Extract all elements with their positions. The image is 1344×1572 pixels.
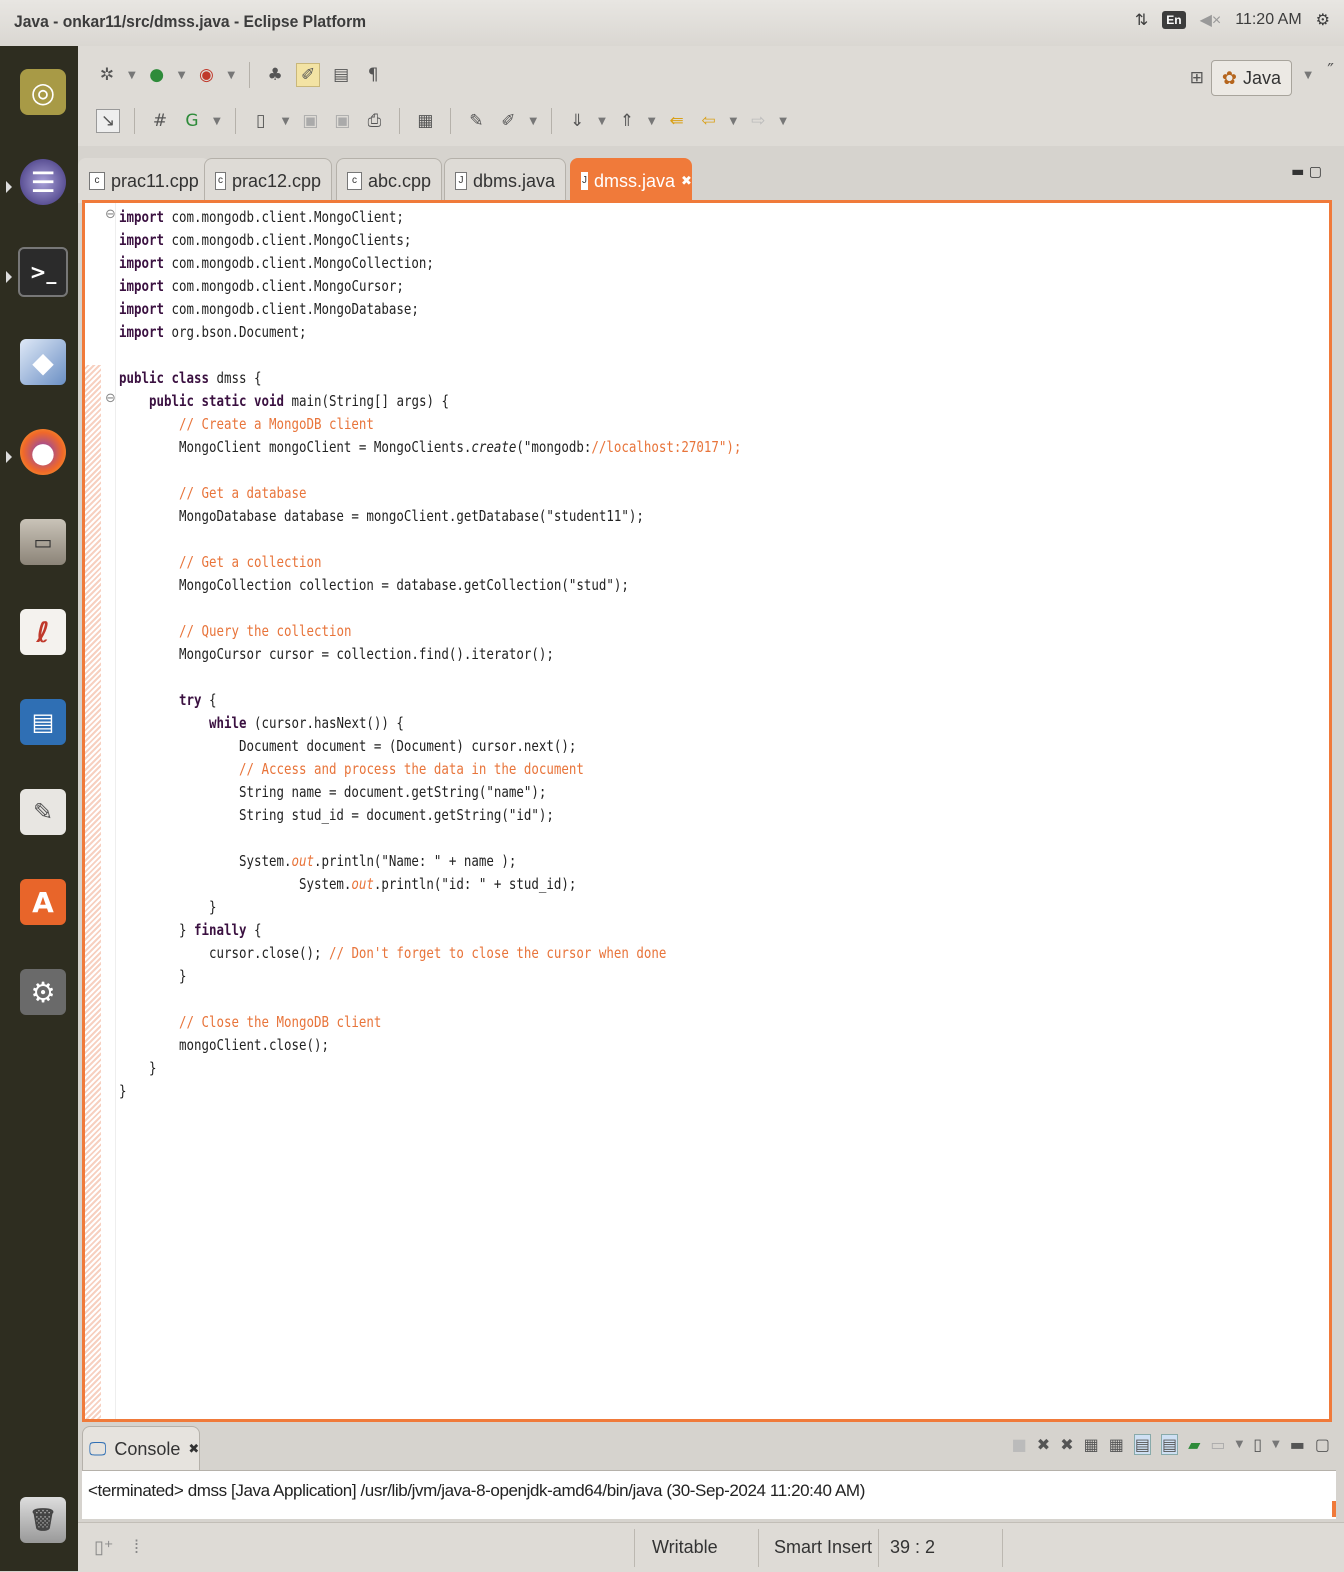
trash-icon[interactable]: 🗑 — [16, 1482, 70, 1558]
java-perspective-button[interactable]: ✿ Java — [1210, 60, 1292, 96]
maximize-icon[interactable]: ▢ — [1309, 164, 1322, 180]
close-icon[interactable]: ✖ — [681, 173, 692, 189]
overview-ruler — [85, 203, 101, 1419]
console-view: 🖵 Console ✖ ■ ✖ ✖ ▦ ▦ ▤ ▤ ▰ ▭ ▼ ▯ ▼ ▬ ▢ <t… — [82, 1426, 1336, 1519]
c-file-icon: c — [215, 172, 226, 190]
firefox-icon[interactable]: ● — [16, 414, 70, 490]
editor-window-controls: ▬ ▢ — [1291, 164, 1322, 180]
terminate-icon[interactable]: ■ — [1012, 1435, 1027, 1454]
new-fast-view-icon[interactable]: ▯⁺ — [94, 1537, 113, 1558]
java-perspective-icon: ✿ — [1221, 67, 1237, 88]
new-java-package-icon[interactable]: # — [149, 110, 171, 132]
tab-console[interactable]: 🖵 Console ✖ — [82, 1426, 200, 1471]
search-icon[interactable]: ✐ — [497, 110, 519, 132]
close-icon[interactable]: ✖ — [188, 1441, 199, 1457]
files-icon[interactable]: ▭ — [16, 504, 70, 580]
keyboard-layout-indicator[interactable]: En — [1162, 11, 1186, 29]
clock[interactable]: 11:20 AM — [1235, 11, 1301, 29]
code-text[interactable]: import com.mongodb.client.MongoClient; i… — [119, 206, 741, 1103]
toolbar-overflow-icon[interactable]: ″ — [1327, 60, 1334, 81]
insert-mode-status[interactable]: Smart Insert — [774, 1537, 872, 1558]
forward-icon[interactable]: ⇨ — [747, 110, 769, 132]
debug-icon[interactable]: ✲ — [96, 64, 118, 86]
scroll-lock-icon[interactable]: ▦ — [1109, 1435, 1124, 1454]
toggle-breadcrumb-icon[interactable]: ♣ — [264, 64, 286, 86]
speaker-icon[interactable]: ◀× — [1200, 10, 1222, 30]
pin-console-icon[interactable]: ▰ — [1188, 1435, 1200, 1454]
tab-abc-cpp[interactable]: c abc.cpp — [336, 158, 442, 203]
text-editor-icon[interactable]: ✎ — [16, 774, 70, 850]
system-tray: ⇅ En ◀× 11:20 AM ⚙ — [1135, 10, 1330, 30]
open-perspective-icon[interactable]: ⊞ — [1190, 68, 1204, 88]
print-icon[interactable]: ⎙ — [363, 110, 385, 132]
main-toolbar: ✲ ▼ ● ▼ ◉ ▼ ♣ ✐ ▤ ¶ ↘ # G ▼ ▯ ▼ ▣ ▣ ⎙ ▦ ✎ ✐ ▼ … — [78, 46, 1344, 146]
ubuntu-dash-icon[interactable]: ◎ — [16, 54, 70, 130]
fold-icon[interactable]: ⊖ — [105, 207, 116, 222]
network-icon[interactable]: ⇅ — [1135, 10, 1148, 30]
gear-icon[interactable]: ⚙ — [1316, 10, 1330, 30]
minimize-icon[interactable]: ▬ — [1290, 1435, 1305, 1454]
launcher: ◎ ☰ >_ ◆ ● ▭ ℓ ▤ ✎ A ⚙ 🗑 — [0, 46, 78, 1571]
console-toolbar: ■ ✖ ✖ ▦ ▦ ▤ ▤ ▰ ▭ ▼ ▯ ▼ ▬ ▢ — [1011, 1434, 1330, 1455]
block-selection-icon[interactable]: ▤ — [330, 64, 352, 86]
console-icon: 🖵 — [89, 1438, 107, 1459]
terminal-icon[interactable]: >_ — [16, 234, 70, 310]
fold-icon[interactable]: ⊖ — [105, 391, 116, 406]
display-console-icon[interactable]: ▭ — [1210, 1435, 1225, 1454]
mark-occurrences-icon[interactable]: ✐ — [296, 63, 321, 87]
software-center-icon[interactable]: A — [16, 864, 70, 940]
status-bar: ▯⁺ ⁞ Writable Smart Insert 39 : 2 — [78, 1522, 1344, 1572]
show-whitespace-icon[interactable]: ¶ — [362, 64, 384, 86]
select-tool-icon[interactable]: ↘ — [96, 109, 120, 133]
top-panel: Java - onkar11/src/dmss.java - Eclipse P… — [0, 0, 1344, 47]
save-icon[interactable]: ▣ — [299, 110, 321, 132]
run-icon[interactable]: ● — [146, 64, 168, 86]
window-title: Java - onkar11/src/dmss.java - Eclipse P… — [14, 12, 367, 31]
remove-all-launches-icon[interactable]: ✖ — [1060, 1435, 1073, 1454]
eclipse-icon[interactable]: ☰ — [16, 144, 70, 220]
word-wrap-icon[interactable]: ▤ — [1133, 1434, 1151, 1455]
open-task-icon[interactable]: ✎ — [465, 110, 487, 132]
minimize-icon[interactable]: ▬ — [1291, 164, 1304, 180]
cursor-position: 39 : 2 — [890, 1537, 936, 1557]
console-output: <terminated> dmss [Java Application] /us… — [88, 1481, 865, 1500]
open-console-icon[interactable]: ▯ — [1253, 1435, 1262, 1454]
pdf-reader-icon[interactable]: ℓ — [16, 594, 70, 670]
new-icon[interactable]: ▯ — [250, 110, 272, 132]
console-output-area[interactable]: <terminated> dmss [Java Application] /us… — [82, 1470, 1336, 1519]
system-settings-icon[interactable]: ⚙ — [16, 954, 70, 1030]
external-tools-icon[interactable]: ◉ — [195, 64, 217, 86]
last-edit-icon[interactable]: ⇚ — [666, 110, 688, 132]
tab-dbms-java[interactable]: J dbms.java — [444, 158, 566, 203]
writer-icon[interactable]: ▤ — [16, 684, 70, 760]
trim-handle-icon[interactable]: ⁞ — [134, 1537, 139, 1558]
save-all-icon[interactable]: ▣ — [331, 110, 353, 132]
java-file-icon: J — [455, 172, 467, 190]
perspective-dropdown-icon[interactable]: ▼ — [1304, 70, 1312, 81]
remove-launch-icon[interactable]: ✖ — [1037, 1435, 1050, 1454]
c-file-icon: c — [347, 172, 362, 190]
tab-prac12-cpp[interactable]: c prac12.cpp — [204, 158, 332, 203]
back-icon[interactable]: ⇦ — [698, 110, 720, 132]
new-java-class-icon[interactable]: G — [181, 110, 203, 132]
show-on-output-icon[interactable]: ▤ — [1160, 1434, 1179, 1455]
tab-dmss-java[interactable]: J dmss.java ✖ — [570, 158, 692, 203]
clear-console-icon[interactable]: ▦ — [1084, 1435, 1099, 1454]
next-annotation-icon[interactable]: ⇓ — [566, 110, 588, 132]
previous-annotation-icon[interactable]: ⇑ — [616, 110, 638, 132]
tab-prac11-cpp[interactable]: c prac11.cpp — [78, 158, 210, 203]
writable-status: Writable — [652, 1537, 718, 1557]
virtualbox-icon[interactable]: ◆ — [16, 324, 70, 400]
code-editor[interactable]: ⊖ ⊖ import com.mongodb.client.MongoClien… — [82, 200, 1332, 1422]
c-file-icon: c — [89, 172, 105, 190]
maximize-icon[interactable]: ▢ — [1315, 1435, 1330, 1454]
open-type-icon[interactable]: ▦ — [414, 110, 436, 132]
java-file-icon: J — [581, 172, 588, 190]
editor-tabs: c prac11.cpp c prac12.cpp c abc.cpp J db… — [78, 152, 1336, 203]
